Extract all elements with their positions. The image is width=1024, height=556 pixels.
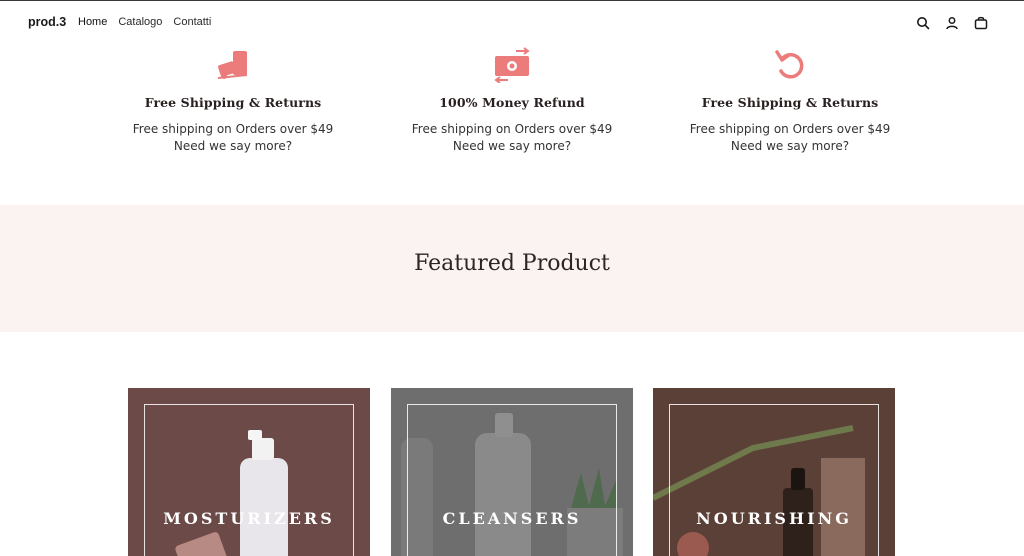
category-label: MOSTURIZERS bbox=[163, 509, 335, 528]
card-frame bbox=[407, 404, 617, 556]
feature-description: Free shipping on Orders over $49 Need we … bbox=[411, 122, 613, 153]
nav-link-catalogo[interactable]: Catalogo bbox=[118, 16, 162, 28]
account-icon[interactable] bbox=[945, 15, 959, 30]
card-frame bbox=[669, 404, 879, 556]
category-card-nourishing[interactable]: NOURISHING bbox=[653, 388, 895, 556]
section-heading: Featured Product bbox=[414, 251, 610, 276]
category-label: NOURISHING bbox=[696, 509, 852, 528]
feature-returns: Free Shipping & Returns Free shipping on… bbox=[660, 47, 920, 155]
shipping-truck-icon bbox=[213, 47, 253, 83]
main-nav: Home Catalogo Contatti bbox=[78, 16, 211, 28]
card-frame bbox=[144, 404, 354, 556]
nav-link-contatti[interactable]: Contatti bbox=[173, 16, 211, 28]
featured-section: Featured Product bbox=[0, 205, 1024, 332]
feature-shipping: Free Shipping & Returns Free shipping on… bbox=[103, 47, 363, 155]
category-card-cleansers[interactable]: CLEANSERS bbox=[391, 388, 633, 556]
feature-description: Free shipping on Orders over $49 Need we … bbox=[132, 122, 334, 153]
site-header: prod.3 Home Catalogo Contatti bbox=[0, 1, 1024, 45]
feature-refund: 100% Money Refund Free shipping on Order… bbox=[382, 47, 642, 155]
feature-title: 100% Money Refund bbox=[439, 95, 585, 110]
feature-description: Free shipping on Orders over $49 Need we … bbox=[689, 122, 891, 153]
money-refund-icon bbox=[492, 47, 532, 84]
cart-icon[interactable] bbox=[974, 15, 988, 30]
feature-title: Free Shipping & Returns bbox=[144, 95, 322, 110]
search-icon[interactable] bbox=[916, 15, 930, 30]
feature-title: Free Shipping & Returns bbox=[701, 95, 879, 110]
brand-logo[interactable]: prod.3 bbox=[28, 15, 66, 29]
category-card-mosturizers[interactable]: MOSTURIZERS bbox=[128, 388, 370, 556]
header-actions bbox=[916, 15, 988, 30]
category-label: CLEANSERS bbox=[442, 509, 582, 528]
return-arrow-icon bbox=[770, 47, 810, 83]
nav-link-home[interactable]: Home bbox=[78, 16, 107, 28]
